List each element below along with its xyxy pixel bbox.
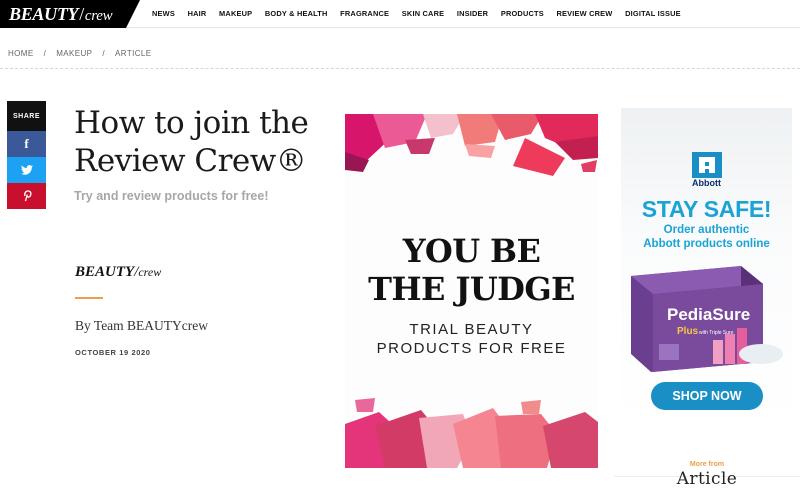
- article-subtitle: Try and review products for free!: [74, 189, 269, 203]
- nav-skin-care[interactable]: SKIN CARE: [402, 9, 444, 18]
- nav-makeup[interactable]: MAKEUP: [219, 9, 252, 18]
- share-twitter-button[interactable]: [7, 157, 46, 183]
- share-label: SHARE: [7, 101, 46, 131]
- top-navigation-bar: BEAUTY/crew NEWS HAIR MAKEUP BODY & HEAL…: [0, 0, 800, 28]
- ad-brand: Abbott: [692, 178, 721, 188]
- article-title: How to join the Review Crew®: [74, 105, 309, 179]
- share-facebook-button[interactable]: f: [7, 131, 46, 157]
- breadcrumb-divider: [0, 68, 800, 69]
- nav-insider[interactable]: INSIDER: [457, 9, 488, 18]
- nav-products[interactable]: PRODUCTS: [501, 9, 544, 18]
- facebook-icon: f: [24, 136, 29, 151]
- breadcrumb: HOME / MAKEUP / ARTICLE: [8, 49, 152, 58]
- more-from-title[interactable]: Article: [614, 469, 800, 489]
- breadcrumb-article: ARTICLE: [115, 49, 152, 58]
- logo-text: BEAUTY/crew: [9, 4, 113, 24]
- ad-copy: Order authentic Abbott products online: [643, 224, 770, 250]
- nav-fragrance[interactable]: FRAGRANCE: [340, 9, 389, 18]
- twitter-icon: [20, 165, 33, 175]
- share-bar: SHARE f: [7, 101, 46, 209]
- site-logo[interactable]: BEAUTY/crew: [0, 0, 140, 28]
- author-logo: BEAUTY/crew: [75, 264, 162, 280]
- hero-headline: YOU BE THE JUDGE: [368, 232, 575, 308]
- hero-subheadline: TRIAL BEAUTY PRODUCTS FOR FREE: [376, 321, 567, 357]
- breadcrumb-separator: /: [102, 49, 106, 58]
- ad-product-sub: Plus: [677, 326, 699, 337]
- share-pinterest-button[interactable]: [7, 183, 46, 209]
- hero-image: YOU BE THE JUDGE TRIAL BEAUTY PRODUCTS FOR…: [345, 114, 598, 468]
- ad-headline: STAY SAFE!: [641, 196, 772, 222]
- abbott-logo-icon: [692, 152, 722, 178]
- nav-digital-issue[interactable]: DIGITAL ISSUE: [625, 9, 681, 18]
- nav-review-crew[interactable]: REVIEW CREW: [556, 9, 612, 18]
- breadcrumb-home[interactable]: HOME: [8, 49, 34, 58]
- breadcrumb-separator: /: [43, 49, 47, 58]
- advertisement-banner[interactable]: Abbott STAY SAFE! Order authentic Abbott …: [621, 108, 792, 428]
- pediasure-box-icon: PediaSure Plus with Triple Sure: [631, 266, 783, 372]
- breadcrumb-makeup[interactable]: MAKEUP: [56, 49, 92, 58]
- shop-now-button[interactable]: SHOP NOW: [651, 382, 763, 410]
- ad-product-name: PediaSure: [667, 305, 750, 324]
- nav-body-health[interactable]: BODY & HEALTH: [265, 9, 328, 18]
- author-divider: [75, 297, 103, 299]
- nav-news[interactable]: NEWS: [152, 9, 175, 18]
- article-byline[interactable]: By Team BEAUTYcrew: [75, 318, 208, 334]
- more-from-label: More from: [689, 461, 725, 468]
- nav-hair[interactable]: HAIR: [188, 9, 207, 18]
- pinterest-icon: [23, 190, 32, 202]
- article-date: OCTOBER 19 2020: [75, 348, 151, 357]
- main-nav: NEWS HAIR MAKEUP BODY & HEALTH FRAGRANCE…: [152, 9, 693, 18]
